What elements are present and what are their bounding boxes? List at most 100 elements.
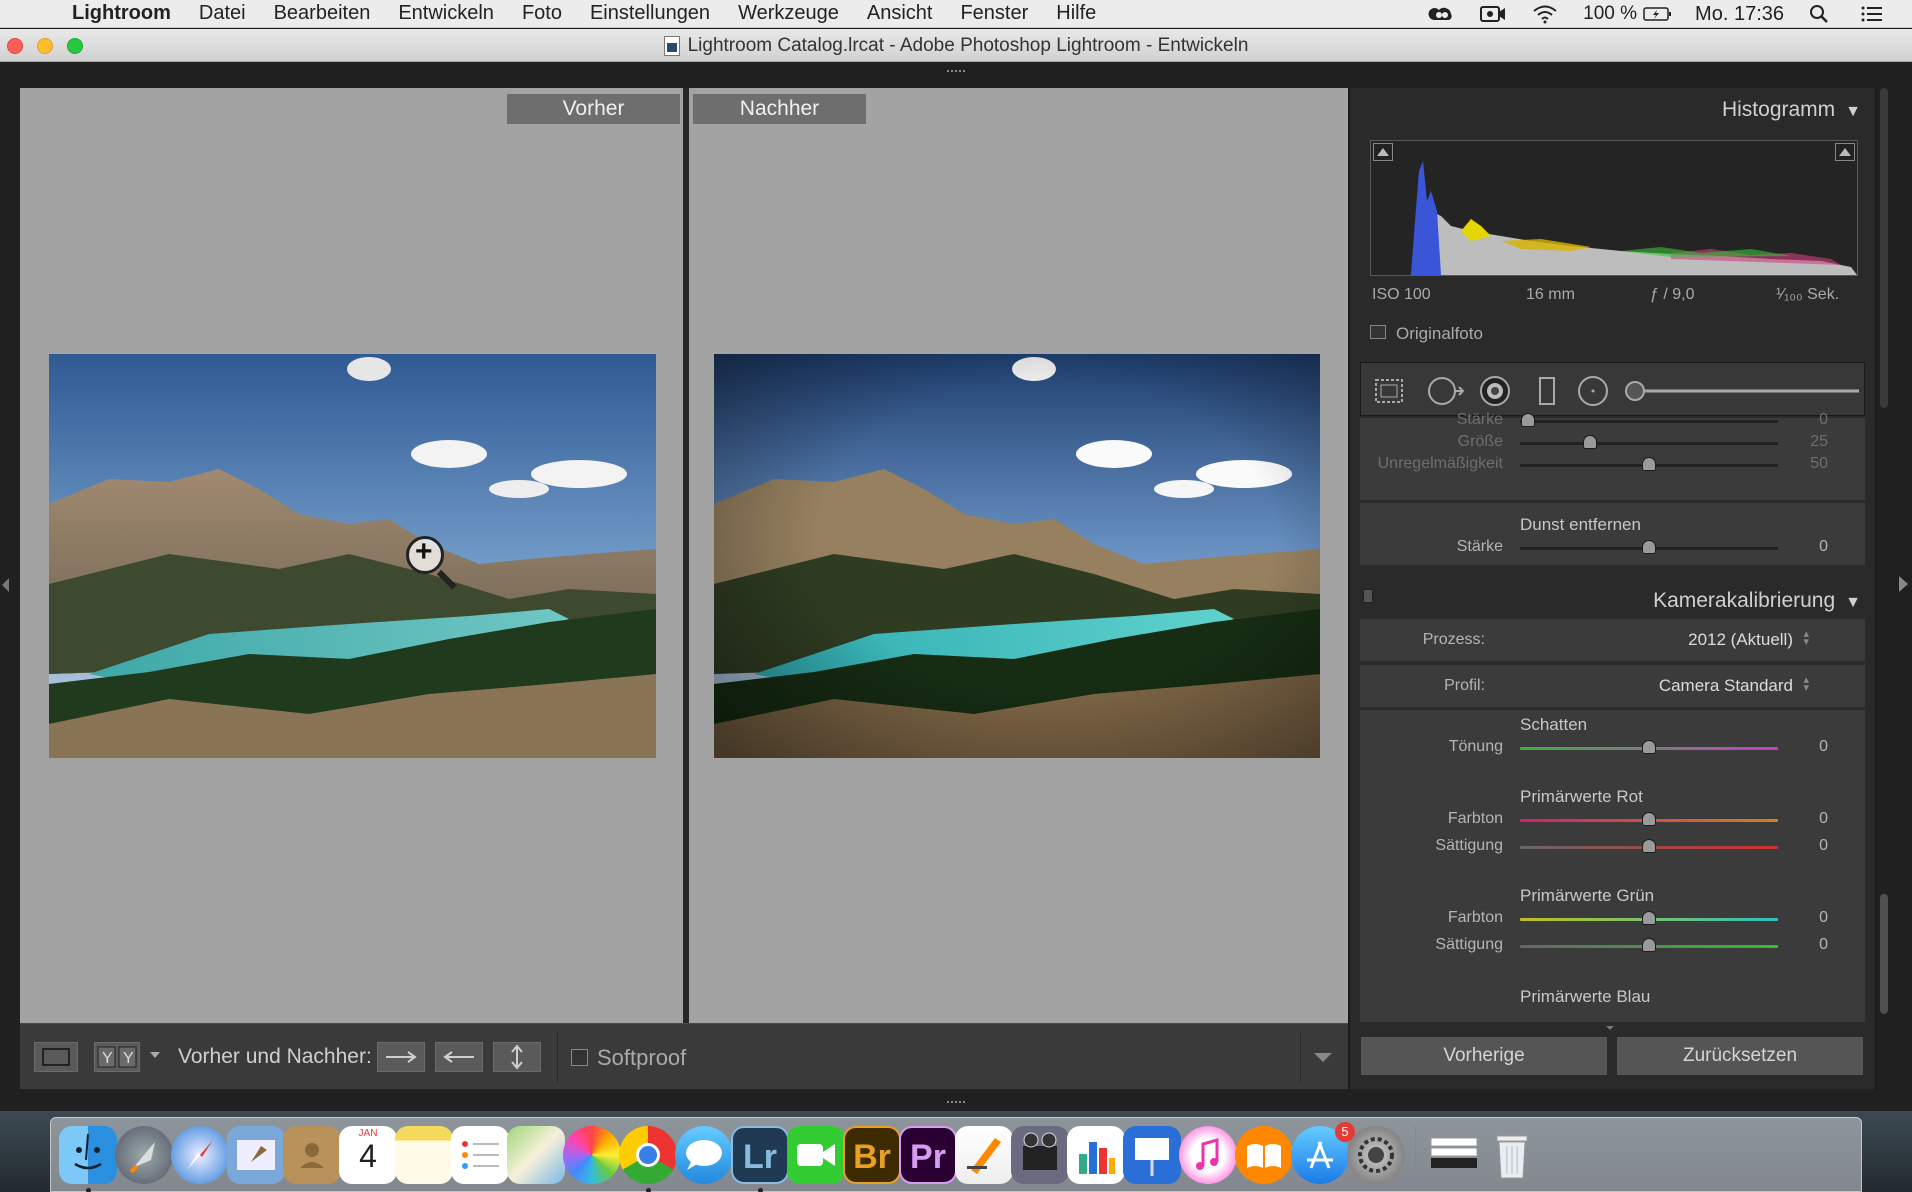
keynote-icon[interactable]: [1123, 1126, 1181, 1184]
photos-icon[interactable]: [563, 1126, 621, 1184]
slider-track[interactable]: [1520, 457, 1778, 471]
premiere-icon[interactable]: Pr: [899, 1126, 957, 1184]
process-value[interactable]: 2012 (Aktuell): [1688, 630, 1793, 650]
messages-icon[interactable]: [675, 1126, 733, 1184]
pages-icon[interactable]: [955, 1126, 1013, 1184]
process-dropdown[interactable]: Prozess: 2012 (Aktuell) ▴ ▾: [1360, 618, 1865, 662]
slider-thumb[interactable]: [1642, 540, 1656, 554]
copy-after-to-before-button[interactable]: [435, 1042, 483, 1072]
view-mode-dropdown-icon[interactable]: [150, 1052, 160, 1058]
apple-menu-icon[interactable]: [24, 1, 50, 27]
menu-datei[interactable]: Datei: [199, 2, 246, 25]
panel-scrollbar-thumb[interactable]: [1880, 894, 1888, 1014]
collapse-triangle-icon[interactable]: ▼: [1845, 103, 1861, 120]
system-preferences-icon[interactable]: [1347, 1126, 1405, 1184]
before-after-viewer[interactable]: Vorher Nachher: [20, 88, 1348, 1023]
shadows-tint-slider[interactable]: Tönung 0: [1360, 737, 1865, 759]
adjustment-brush-tool-icon[interactable]: [1621, 375, 1861, 407]
clock[interactable]: Mo. 17:36: [1695, 3, 1784, 26]
top-panel-toggle-icon[interactable]: [947, 70, 965, 76]
vignette-amount-value[interactable]: 0: [1788, 411, 1828, 429]
facetime-icon[interactable]: [787, 1126, 845, 1184]
trash-icon[interactable]: [1483, 1126, 1541, 1184]
dehaze-amount-value[interactable]: 0: [1788, 538, 1828, 556]
menu-fenster[interactable]: Fenster: [960, 2, 1028, 25]
crop-tool-icon[interactable]: [1373, 375, 1405, 407]
red-hue-slider[interactable]: Farbton 0: [1360, 809, 1865, 831]
filmstrip-collapsed[interactable]: [0, 1089, 1912, 1111]
vignette-amount-slider[interactable]: Stärke 0: [1360, 410, 1865, 432]
left-panel-edge[interactable]: [0, 88, 20, 1089]
previous-button[interactable]: Vorherige: [1360, 1036, 1608, 1076]
vignette-size-value[interactable]: 25: [1788, 433, 1828, 451]
softproof-checkbox[interactable]: [571, 1049, 588, 1066]
numbers-icon[interactable]: [1067, 1126, 1125, 1184]
spotlight-search-icon[interactable]: [1808, 4, 1836, 24]
menu-werkzeuge[interactable]: Werkzeuge: [738, 2, 839, 25]
graduated-filter-tool-icon[interactable]: [1531, 375, 1563, 407]
screen-record-icon[interactable]: [1479, 4, 1507, 24]
profile-dropdown[interactable]: Profil: Camera Standard ▴ ▾: [1360, 664, 1865, 708]
slider-thumb[interactable]: [1642, 457, 1656, 471]
lightroom-icon[interactable]: Lr: [731, 1126, 789, 1184]
mail-icon[interactable]: [227, 1126, 285, 1184]
slider-thumb[interactable]: [1642, 839, 1656, 853]
slider-track[interactable]: [1520, 435, 1778, 449]
slider-track[interactable]: [1520, 812, 1778, 826]
green-saturation-slider[interactable]: Sättigung 0: [1360, 935, 1865, 957]
green-saturation-value[interactable]: 0: [1788, 936, 1828, 954]
launchpad-icon[interactable]: [115, 1126, 173, 1184]
menu-hilfe[interactable]: Hilfe: [1056, 2, 1096, 25]
module-panel-collapsed[interactable]: [0, 62, 1912, 88]
slider-track[interactable]: [1520, 911, 1778, 925]
slider-track[interactable]: [1520, 938, 1778, 952]
vignette-roughness-slider[interactable]: Unregelmäßigkeit 50: [1360, 454, 1865, 476]
chrome-icon[interactable]: [619, 1126, 677, 1184]
slider-track[interactable]: [1520, 413, 1778, 427]
left-panel-toggle-icon[interactable]: [2, 578, 9, 592]
bottom-panel-toggle-icon[interactable]: [947, 1101, 965, 1107]
before-after-view-button[interactable]: YY: [94, 1042, 140, 1072]
profile-value[interactable]: Camera Standard: [1659, 676, 1793, 696]
calibration-header[interactable]: Kamerakalibrierung ▼: [1653, 589, 1861, 613]
dehaze-amount-slider[interactable]: Stärke 0: [1360, 537, 1865, 559]
downloads-stack-icon[interactable]: [1425, 1126, 1483, 1184]
menu-entwickeln[interactable]: Entwickeln: [398, 2, 494, 25]
slider-thumb[interactable]: [1642, 938, 1656, 952]
red-hue-value[interactable]: 0: [1788, 810, 1828, 828]
after-photo[interactable]: [714, 354, 1320, 758]
slider-thumb[interactable]: [1582, 435, 1597, 449]
highlight-clipping-icon[interactable]: [1835, 143, 1855, 161]
red-saturation-value[interactable]: 0: [1788, 837, 1828, 855]
panel-scrollbar-track[interactable]: [1880, 88, 1888, 408]
menu-bearbeiten[interactable]: Bearbeiten: [274, 2, 371, 25]
slider-thumb[interactable]: [1642, 740, 1656, 754]
imovie-icon[interactable]: [1011, 1126, 1069, 1184]
slider-track[interactable]: [1520, 839, 1778, 853]
slider-thumb[interactable]: [1520, 413, 1535, 427]
slider-track[interactable]: [1520, 540, 1778, 554]
radial-filter-tool-icon[interactable]: [1577, 375, 1609, 407]
shadow-clipping-icon[interactable]: [1373, 143, 1393, 161]
green-hue-slider[interactable]: Farbton 0: [1360, 908, 1865, 930]
menu-einstellungen[interactable]: Einstellungen: [590, 2, 710, 25]
close-window-button[interactable]: [7, 38, 23, 54]
before-photo[interactable]: [49, 354, 656, 758]
slider-track[interactable]: [1520, 740, 1778, 754]
menu-ansicht[interactable]: Ansicht: [867, 2, 933, 25]
right-panel-toggle-icon[interactable]: [1899, 576, 1908, 592]
battery-icon[interactable]: [1643, 4, 1672, 24]
wifi-icon[interactable]: [1531, 4, 1559, 24]
swap-before-after-button[interactable]: [493, 1042, 541, 1072]
vignette-size-slider[interactable]: Größe 25: [1360, 432, 1865, 454]
zoom-window-button[interactable]: [67, 38, 83, 54]
toolbar-options-dropdown-icon[interactable]: [1314, 1053, 1332, 1062]
spot-removal-tool-icon[interactable]: [1427, 375, 1465, 407]
maps-icon[interactable]: [507, 1126, 565, 1184]
menu-foto[interactable]: Foto: [522, 2, 562, 25]
notes-icon[interactable]: [395, 1126, 453, 1184]
ibooks-icon[interactable]: [1235, 1126, 1293, 1184]
contacts-icon[interactable]: [283, 1126, 341, 1184]
slider-thumb[interactable]: [1642, 812, 1656, 826]
loupe-view-button[interactable]: [34, 1042, 78, 1072]
